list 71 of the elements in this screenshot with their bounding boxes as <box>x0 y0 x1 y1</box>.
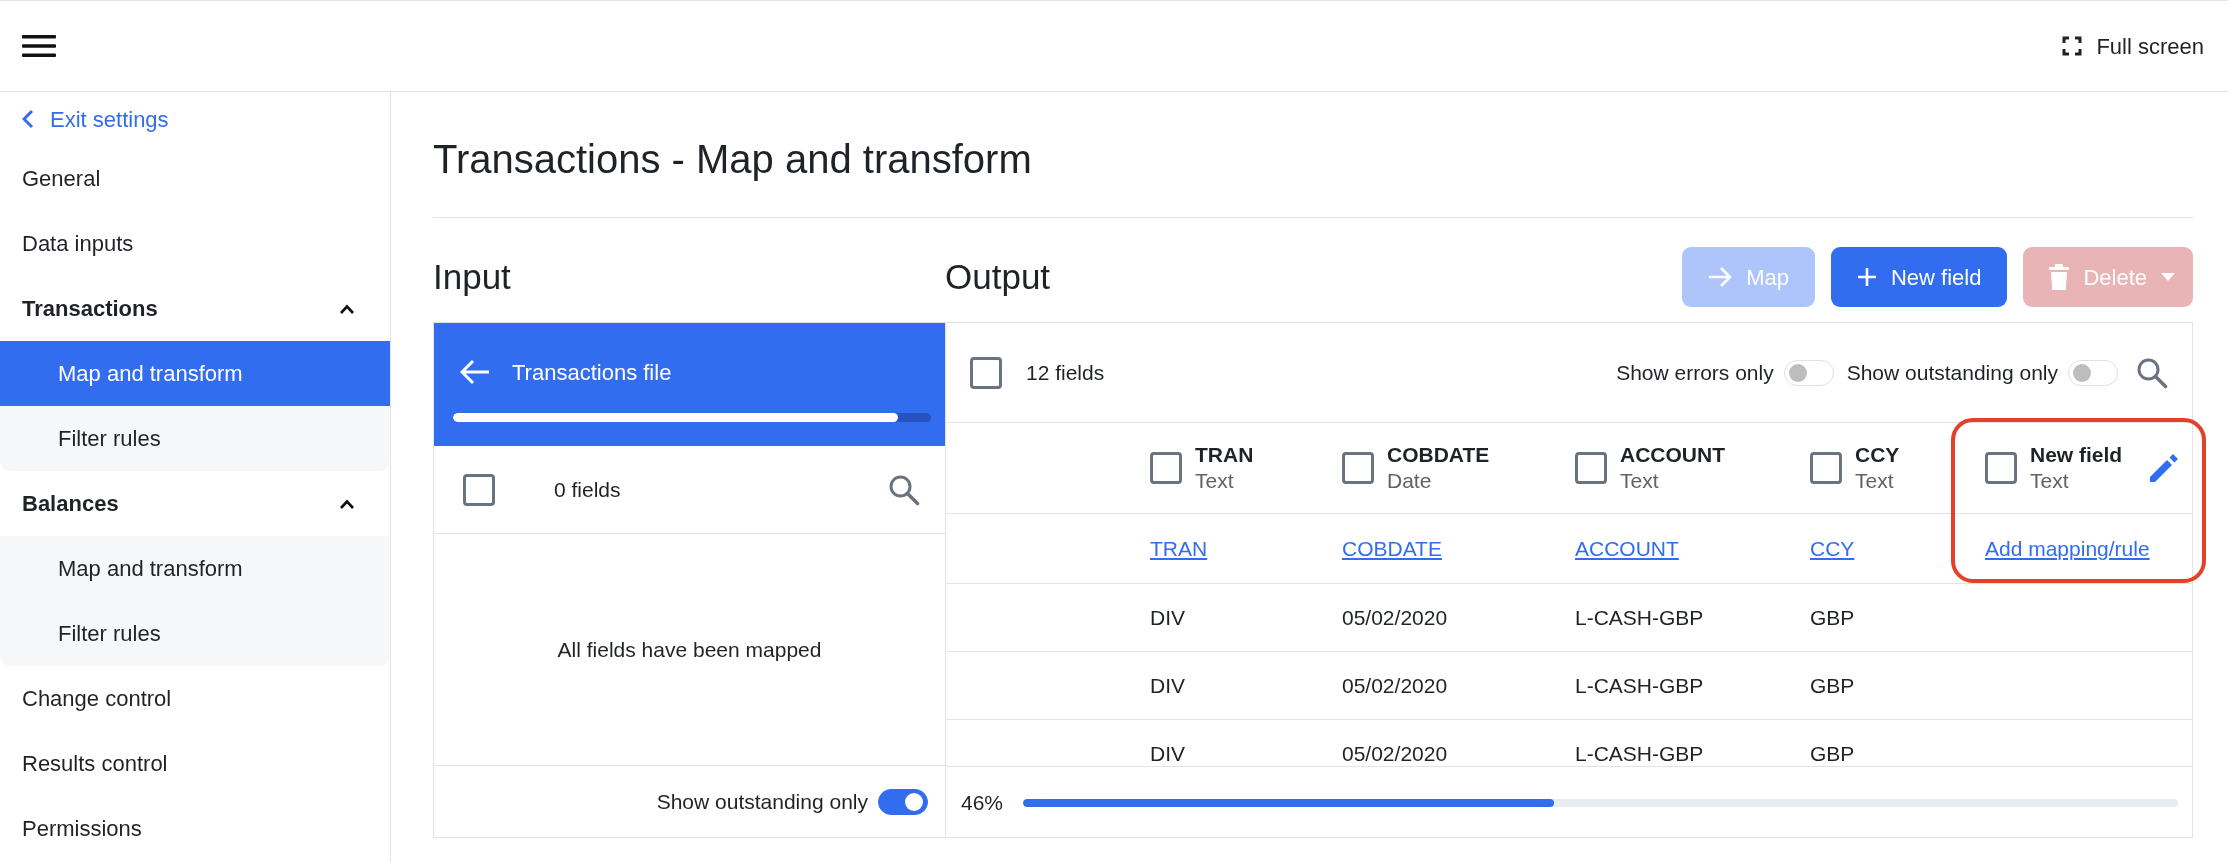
field-count: 0 fields <box>554 476 621 503</box>
checkbox[interactable] <box>1985 452 2017 484</box>
mapping-link[interactable]: COBDATE <box>1342 532 1442 565</box>
table-cell-text: L-CASH-GBP <box>1574 740 1705 766</box>
column-type: Date <box>1387 467 1433 494</box>
back-link[interactable]: Exit settings <box>0 92 390 146</box>
search-icon[interactable] <box>888 473 920 506</box>
plus-icon <box>1856 267 1877 287</box>
empty-message: All fields have been mapped <box>557 636 822 663</box>
table-cell-text: L-CASH-GBP <box>1574 604 1705 631</box>
column-name: New field <box>2030 441 2123 467</box>
checkbox[interactable] <box>1810 452 1842 484</box>
trash-icon <box>2049 264 2070 290</box>
toggle-switch[interactable] <box>878 788 928 815</box>
toggle-label: Show outstanding only <box>1846 359 2058 386</box>
arrow-left-icon[interactable] <box>460 359 490 385</box>
column-type: Text <box>1620 467 1660 494</box>
section-heading: Output <box>945 256 1051 298</box>
sidebar-group-header[interactable]: Transactions <box>0 276 390 341</box>
checkbox[interactable] <box>1342 452 1374 484</box>
column-type: Text <box>1195 467 1235 494</box>
column-type: Text <box>2030 467 2070 494</box>
mapping-link[interactable]: Add mapping/rule <box>1985 532 2150 565</box>
fullscreen-button[interactable]: Full screen <box>2062 29 2204 63</box>
column-name: TRAN <box>1195 441 1254 467</box>
table-cell-text: L-CASH-GBP <box>1574 672 1705 699</box>
pencil-icon[interactable] <box>2147 451 2181 485</box>
column-name: ACCOUNT <box>1620 441 1725 467</box>
mapping-link[interactable]: ACCOUNT <box>1575 532 1679 565</box>
toggle-label: Show errors only <box>1616 359 1774 386</box>
sidebar-item[interactable]: Filter rules <box>0 601 390 666</box>
checkbox[interactable] <box>1150 452 1182 484</box>
chevron-left-icon <box>22 109 34 129</box>
sidebar-item[interactable]: Map and transform <box>0 536 390 601</box>
checkbox[interactable] <box>1575 452 1607 484</box>
column-name: CCY <box>1855 441 1900 467</box>
table-cell-text: GBP <box>1809 604 1856 631</box>
fullscreen-icon <box>2062 36 2083 56</box>
sidebar-item[interactable]: Change control <box>0 666 390 731</box>
table-cell-text: 05/02/2020 <box>1341 740 1449 766</box>
table-cell-text: GBP <box>1809 740 1856 766</box>
sidebar-item[interactable]: Map and transform <box>0 341 390 406</box>
sidebar-item[interactable]: Data inputs <box>0 211 390 276</box>
checkbox[interactable] <box>970 356 1002 389</box>
new-field-button[interactable]: New field <box>1830 247 2008 307</box>
mapping-link[interactable]: CCY <box>1810 532 1855 565</box>
table-cell-text: 05/02/2020 <box>1341 672 1449 699</box>
table-cell-text: 05/02/2020 <box>1341 604 1449 631</box>
arrow-right-icon <box>1708 266 1733 288</box>
mapping-link[interactable]: TRAN <box>1150 532 1208 565</box>
page-title: Transactions - Map and transform <box>433 136 1033 183</box>
progress-percent: 46% <box>961 789 1004 816</box>
table-cell-text: GBP <box>1809 672 1856 699</box>
sidebar-item[interactable]: Filter rules <box>0 406 390 471</box>
sidebar-group-header[interactable]: Balances <box>0 471 390 536</box>
caret-icon <box>2161 273 2175 281</box>
column-name: COBDATE <box>1387 441 1490 467</box>
sidebar-item[interactable]: Results control <box>0 731 390 796</box>
file-name: Transactions file <box>512 358 672 387</box>
sidebar-item[interactable]: Permissions <box>0 796 390 861</box>
menu-icon[interactable] <box>22 35 56 57</box>
section-heading: Input <box>433 256 512 298</box>
sidebar-item[interactable]: General <box>0 146 390 211</box>
column-type: Text <box>1855 467 1895 494</box>
toggle-label: Show outstanding only <box>656 788 868 815</box>
field-count: 12 fields <box>1026 359 1105 386</box>
table-cell-text: DIV <box>1149 740 1186 766</box>
table-cell-text: DIV <box>1149 672 1186 699</box>
search-icon[interactable] <box>2136 356 2168 389</box>
table-cell-text: DIV <box>1149 604 1186 631</box>
checkbox[interactable] <box>463 473 495 506</box>
